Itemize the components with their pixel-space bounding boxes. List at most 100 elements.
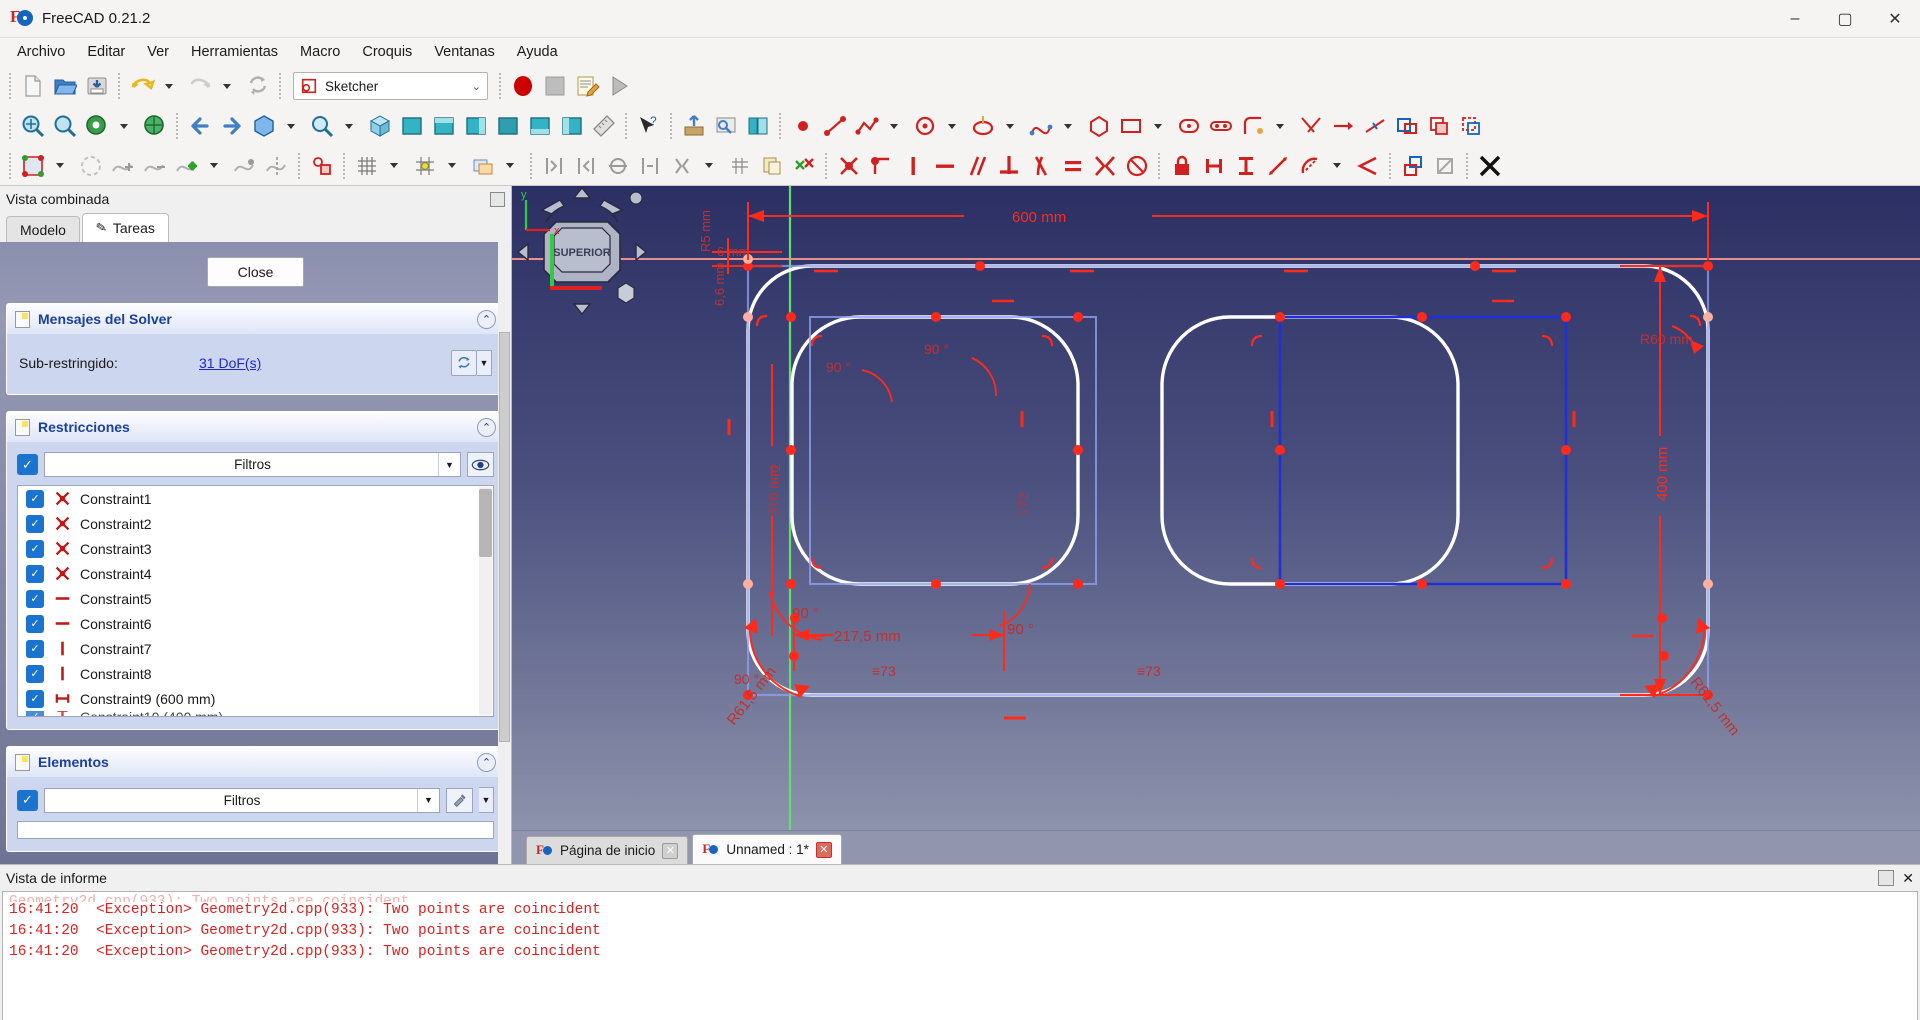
edit-sketch-icon[interactable] (17, 150, 49, 182)
refresh-dropdown-arrow[interactable]: ▼ (477, 350, 492, 376)
measure-icon[interactable] (588, 110, 620, 142)
view-rear-icon[interactable] (492, 110, 524, 142)
fillet-dropdown-arrow[interactable] (1269, 110, 1295, 142)
refresh-icon[interactable] (242, 70, 274, 102)
row-checkbox[interactable]: ✓ (26, 711, 44, 716)
list-item[interactable]: ✓ Constraint1 (18, 486, 493, 511)
constrain-equal-icon[interactable] (1057, 150, 1089, 182)
toolbar-grip[interactable] (823, 152, 830, 179)
fit-all-icon[interactable] (17, 110, 49, 142)
constrain-radius-icon[interactable] (1294, 150, 1326, 182)
menu-archivo[interactable]: Archivo (6, 40, 76, 64)
edit-sketch-dropdown-arrow[interactable] (49, 150, 75, 182)
tab-pagina-de-inicio[interactable]: F Página de inicio ✕ (526, 836, 689, 864)
undo-icon[interactable] (126, 70, 158, 102)
toolbar-grip[interactable] (497, 73, 504, 99)
sketcher-conic-icon[interactable] (967, 110, 999, 142)
redo-icon[interactable] (184, 70, 216, 102)
row-checkbox[interactable]: ✓ (26, 614, 44, 633)
sketcher-rectangle-icon[interactable] (1115, 110, 1147, 142)
row-checkbox[interactable]: ✓ (26, 689, 44, 708)
menu-ventanas[interactable]: Ventanas (423, 40, 505, 64)
zoom-dropdown-arrow[interactable] (338, 110, 364, 142)
sketcher-point-icon[interactable] (787, 110, 819, 142)
elements-settings-dropdown-arrow[interactable]: ▼ (479, 787, 494, 813)
toolbar-grip[interactable] (7, 113, 14, 139)
elements-list[interactable] (17, 821, 494, 839)
save-document-icon[interactable] (81, 70, 113, 102)
row-checkbox[interactable]: ✓ (26, 589, 44, 608)
zoom-box-icon[interactable] (306, 110, 338, 142)
toggle-driving-constraint-icon[interactable] (1397, 150, 1429, 182)
row-checkbox[interactable]: ✓ (26, 514, 44, 533)
menu-macro[interactable]: Macro (289, 40, 351, 64)
close-button[interactable]: Close (207, 257, 304, 287)
task-panel-scrollbar[interactable] (498, 242, 511, 864)
view-right-icon[interactable] (460, 110, 492, 142)
constrain-angle-icon[interactable] (1352, 150, 1384, 182)
toolbar-grip[interactable] (528, 152, 535, 179)
macro-edit-icon[interactable] (571, 70, 603, 102)
axonometric-dropdown-arrow[interactable] (280, 110, 306, 142)
radius-dropdown-arrow[interactable] (1326, 150, 1352, 182)
3d-viewport[interactable]: 600 mm 400 mm 316 mm ≡72 217,5 mm 90 ° 9… (512, 186, 1920, 830)
view-bottom-icon[interactable] (524, 110, 556, 142)
constrain-point-on-object-icon[interactable] (865, 150, 897, 182)
fit-selection-icon[interactable] (49, 110, 81, 142)
rectangle-dropdown-arrow[interactable] (1147, 110, 1173, 142)
constrain-distance-icon[interactable] (1262, 150, 1294, 182)
sketcher-external-geometry-icon[interactable] (1391, 110, 1423, 142)
toolbar-grip[interactable] (777, 113, 784, 139)
validate-dropdown-arrow[interactable] (203, 150, 229, 182)
refresh-solver-icon[interactable] (451, 350, 477, 376)
constraints-filter-combo[interactable]: Filtros ▼ (44, 452, 461, 477)
polyline-dropdown-arrow[interactable] (883, 110, 909, 142)
chevron-down-icon[interactable]: ▼ (438, 453, 460, 476)
tab-unnamed[interactable]: F Unnamed : 1* ✕ (692, 834, 842, 864)
scrollbar-thumb[interactable] (499, 332, 510, 742)
menu-editar[interactable]: Editar (76, 40, 136, 64)
select-elements-icon[interactable] (602, 150, 634, 182)
sketcher-bspline-icon[interactable] (1025, 110, 1057, 142)
macro-stop-icon[interactable] (539, 70, 571, 102)
sketcher-carbon-copy-icon[interactable] (1423, 110, 1455, 142)
list-item[interactable]: ✓ Constraint7 (18, 636, 493, 661)
close-window-button[interactable]: ✕ (1870, 0, 1920, 37)
list-item[interactable]: ✓ Constraint2 (18, 511, 493, 536)
stereo-view-icon[interactable] (139, 110, 171, 142)
list-item[interactable]: ✓ Constraint3 (18, 536, 493, 561)
constrain-tangent-icon[interactable] (1025, 150, 1057, 182)
restore-dropdown-arrow[interactable] (698, 150, 724, 182)
workbench-selector[interactable]: Sketcher ⌄ (293, 72, 488, 100)
elements-header[interactable]: Elementos ⌃ (7, 747, 504, 777)
rendering-order-icon[interactable] (467, 150, 499, 182)
constrain-symmetric-icon[interactable] (1089, 150, 1121, 182)
list-item[interactable]: ✓ Constraint5 (18, 586, 493, 611)
toolbar-grip[interactable] (7, 73, 14, 99)
solver-messages-header[interactable]: Mensajes del Solver ⌃ (7, 304, 504, 334)
constrain-lock-icon[interactable] (1166, 150, 1198, 182)
sketch-grid-select-icon[interactable] (724, 150, 756, 182)
elements-select-all-checkbox[interactable]: ✓ (17, 789, 38, 811)
collapse-icon[interactable]: ⌃ (477, 752, 496, 772)
sketcher-validate-icon[interactable] (171, 150, 203, 182)
maximize-button[interactable]: ▢ (1820, 0, 1870, 37)
collapse-icon[interactable]: ⌃ (477, 417, 496, 437)
sketcher-toggle-construction-icon[interactable] (1455, 110, 1487, 142)
bspline-dropdown-arrow[interactable] (1057, 110, 1083, 142)
draw-style-dropdown-arrow[interactable] (113, 110, 139, 142)
dock-float-icon[interactable] (490, 191, 505, 207)
conic-dropdown-arrow[interactable] (999, 110, 1025, 142)
undo-dropdown-arrow[interactable] (158, 70, 184, 102)
open-document-icon[interactable] (49, 70, 81, 102)
snap-dropdown-arrow[interactable] (441, 150, 467, 182)
constrain-block-icon[interactable] (1121, 150, 1153, 182)
scrollbar-thumb[interactable] (479, 489, 492, 557)
export-icon[interactable] (678, 110, 710, 142)
macro-record-icon[interactable] (507, 70, 539, 102)
constrain-parallel-icon[interactable] (961, 150, 993, 182)
nav-back-icon[interactable] (184, 110, 216, 142)
tab-modelo[interactable]: Modelo (6, 216, 80, 242)
sketcher-merge-icon[interactable] (229, 150, 261, 182)
close-editing-icon[interactable] (1474, 150, 1506, 182)
